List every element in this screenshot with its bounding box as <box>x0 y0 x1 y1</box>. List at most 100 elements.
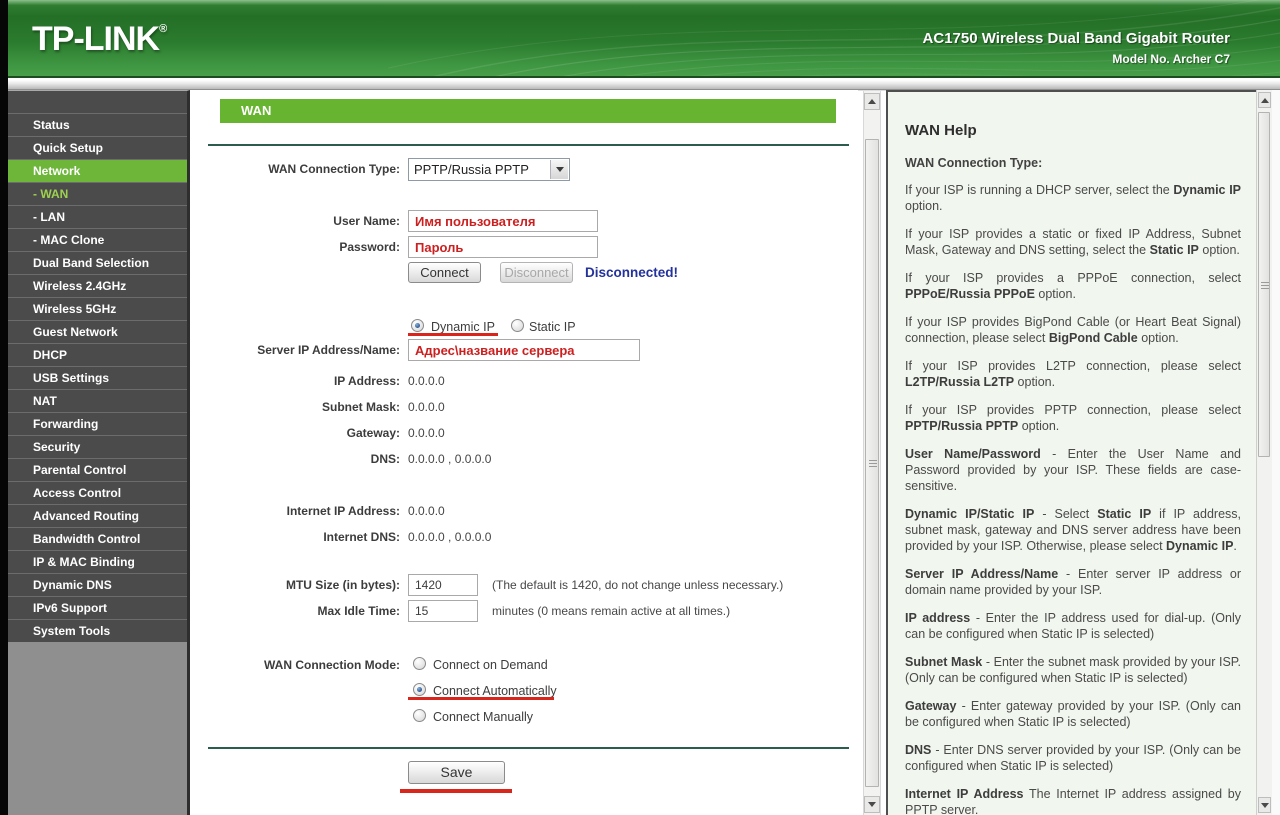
sidebar-item-wan[interactable]: - WAN <box>8 182 187 205</box>
max-idle-time-input[interactable] <box>408 600 478 622</box>
sidebar-item-ipv6-support[interactable]: IPv6 Support <box>8 596 187 619</box>
main-scrollbar-thumb[interactable] <box>865 139 879 787</box>
scroll-up-arrow-icon[interactable] <box>1258 92 1271 108</box>
help-subtitle: WAN Connection Type: <box>905 156 1241 170</box>
sidebar-item-system-tools[interactable]: System Tools <box>8 619 187 642</box>
help-scrollbar-thumb[interactable] <box>1258 112 1270 457</box>
subnet-mask-value: 0.0.0.0 <box>408 400 445 414</box>
connect-on-demand-label: Connect on Demand <box>433 658 548 672</box>
left-black-strip <box>0 0 8 815</box>
sidebar-item-bandwidth-control[interactable]: Bandwidth Control <box>8 527 187 550</box>
connect-manually-radio[interactable] <box>413 709 426 722</box>
wan-connection-mode-label: WAN Connection Mode: <box>190 658 400 672</box>
sidebar-item-quick-setup[interactable]: Quick Setup <box>8 136 187 159</box>
product-title: AC1750 Wireless Dual Band Gigabit Router <box>923 30 1230 47</box>
connect-button[interactable]: Connect <box>408 262 481 283</box>
sidebar-item-mac-clone[interactable]: - MAC Clone <box>8 228 187 251</box>
connection-status: Disconnected! <box>585 265 678 280</box>
sidebar-item-dynamic-dns[interactable]: Dynamic DNS <box>8 573 187 596</box>
wan-connection-type-select[interactable]: PPTP/Russia PPTP <box>408 158 570 181</box>
sidebar: StatusQuick SetupNetwork- WAN- LAN- MAC … <box>8 90 190 815</box>
static-ip-radio[interactable] <box>511 319 524 332</box>
password-input[interactable] <box>408 236 598 258</box>
help-scrollbar <box>1256 90 1272 815</box>
page-title: WAN <box>220 99 836 123</box>
annotation-underline <box>408 333 498 336</box>
sidebar-item-forwarding[interactable]: Forwarding <box>8 412 187 435</box>
internet-dns-value: 0.0.0.0 , 0.0.0.0 <box>408 530 491 544</box>
username-label: User Name: <box>190 214 400 228</box>
dns-label: DNS: <box>190 452 400 466</box>
save-button[interactable]: Save <box>408 761 505 784</box>
model-number: Model No. Archer C7 <box>923 52 1230 66</box>
internet-ip-value: 0.0.0.0 <box>408 504 445 518</box>
username-input[interactable] <box>408 210 598 232</box>
sidebar-item-usb-settings[interactable]: USB Settings <box>8 366 187 389</box>
sidebar-item-status[interactable]: Status <box>8 113 187 136</box>
help-paragraph: Gateway - Enter gateway provided by your… <box>905 698 1241 730</box>
wan-connection-type-label: WAN Connection Type: <box>190 162 400 176</box>
idle-note: minutes (0 means remain active at all ti… <box>492 604 730 618</box>
internet-ip-label: Internet IP Address: <box>190 504 400 518</box>
sidebar-item-network[interactable]: Network <box>8 159 187 182</box>
sidebar-item-guest-network[interactable]: Guest Network <box>8 320 187 343</box>
help-paragraphs: If your ISP is running a DHCP server, se… <box>905 182 1241 815</box>
help-paragraph: Subnet Mask - Enter the subnet mask prov… <box>905 654 1241 686</box>
scrollbar-grip-icon <box>1261 285 1269 286</box>
connect-manually-label: Connect Manually <box>433 710 533 724</box>
sidebar-item-security[interactable]: Security <box>8 435 187 458</box>
help-paragraph: If your ISP is running a DHCP server, se… <box>905 182 1241 214</box>
registered-mark: ® <box>159 23 167 35</box>
router-admin-page: TP-LINK® AC1750 Wireless Dual Band Gigab… <box>0 0 1280 815</box>
help-paragraph: If your ISP provides a PPPoE connection,… <box>905 270 1241 302</box>
main-panel: WAN WAN Connection Type: PPTP/Russia PPT… <box>190 90 858 815</box>
scroll-down-arrow-icon[interactable] <box>864 796 880 813</box>
ip-address-label: IP Address: <box>190 374 400 388</box>
select-dropdown-arrow-icon[interactable] <box>550 160 568 179</box>
disconnect-button[interactable]: Disconnect <box>500 262 573 283</box>
max-idle-time-label: Max Idle Time: <box>190 604 400 618</box>
help-paragraph: DNS - Enter DNS server provided by your … <box>905 742 1241 774</box>
header-divider-strip <box>8 80 1280 90</box>
help-paragraph: User Name/Password - Enter the User Name… <box>905 446 1241 494</box>
help-paragraph: If your ISP provides BigPond Cable (or H… <box>905 314 1241 346</box>
gateway-label: Gateway: <box>190 426 400 440</box>
dynamic-ip-label: Dynamic IP <box>431 320 495 334</box>
connect-on-demand-radio[interactable] <box>413 657 426 670</box>
mtu-size-label: MTU Size (in bytes): <box>190 578 400 592</box>
help-paragraph: If your ISP provides a static or fixed I… <box>905 226 1241 258</box>
internet-dns-label: Internet DNS: <box>190 530 400 544</box>
connect-automatically-label: Connect Automatically <box>433 684 557 698</box>
help-paragraph: Internet IP Address The Internet IP addr… <box>905 786 1241 815</box>
gateway-value: 0.0.0.0 <box>408 426 445 440</box>
help-paragraph: Dynamic IP/Static IP - Select Static IP … <box>905 506 1241 554</box>
scroll-down-arrow-icon[interactable] <box>1258 797 1271 813</box>
static-ip-label: Static IP <box>529 320 576 334</box>
sidebar-item-wireless-5ghz[interactable]: Wireless 5GHz <box>8 297 187 320</box>
server-address-input[interactable] <box>408 339 640 361</box>
tplink-logo: TP-LINK® <box>32 20 167 59</box>
selected-connection-type: PPTP/Russia PPTP <box>414 162 529 177</box>
sidebar-item-dhcp[interactable]: DHCP <box>8 343 187 366</box>
mtu-size-input[interactable] <box>408 574 478 596</box>
sidebar-item-parental-control[interactable]: Parental Control <box>8 458 187 481</box>
dynamic-ip-radio[interactable] <box>411 319 424 332</box>
scroll-up-arrow-icon[interactable] <box>864 93 880 110</box>
mtu-note: (The default is 1420, do not change unle… <box>492 578 783 592</box>
sidebar-item-ip-mac-binding[interactable]: IP & MAC Binding <box>8 550 187 573</box>
password-label: Password: <box>190 240 400 254</box>
sidebar-item-lan[interactable]: - LAN <box>8 205 187 228</box>
help-paragraph: If your ISP provides PPTP connection, pl… <box>905 402 1241 434</box>
help-paragraph: Server IP Address/Name - Enter server IP… <box>905 566 1241 598</box>
sidebar-item-dual-band-selection[interactable]: Dual Band Selection <box>8 251 187 274</box>
subnet-mask-label: Subnet Mask: <box>190 400 400 414</box>
sidebar-item-access-control[interactable]: Access Control <box>8 481 187 504</box>
sidebar-item-advanced-routing[interactable]: Advanced Routing <box>8 504 187 527</box>
sidebar-item-nat[interactable]: NAT <box>8 389 187 412</box>
annotation-underline <box>408 697 554 700</box>
help-panel: WAN Help WAN Connection Type: If your IS… <box>886 90 1256 815</box>
connect-automatically-radio[interactable] <box>413 683 426 696</box>
dns-value: 0.0.0.0 , 0.0.0.0 <box>408 452 491 466</box>
right-edge-sliver <box>1272 90 1280 815</box>
sidebar-item-wireless-2-4ghz[interactable]: Wireless 2.4GHz <box>8 274 187 297</box>
